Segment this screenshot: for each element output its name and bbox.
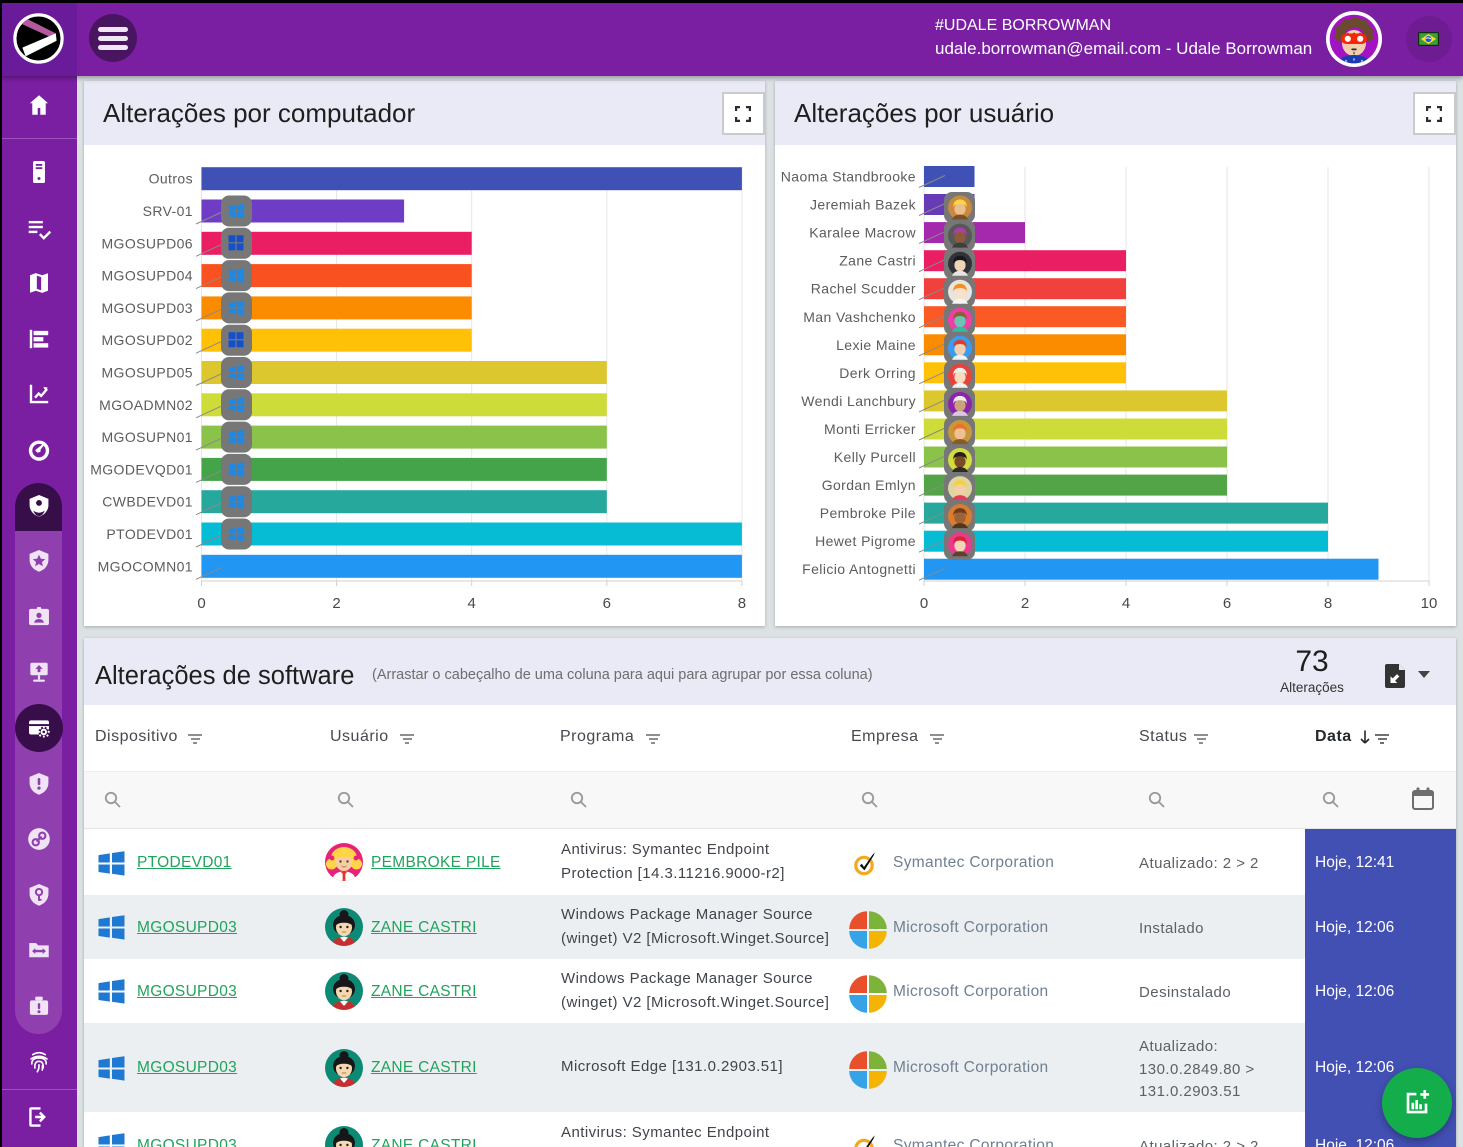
svg-text:PTODEVD01: PTODEVD01: [106, 526, 193, 542]
svg-text:8: 8: [738, 595, 746, 612]
svg-text:Rachel Scudder: Rachel Scudder: [811, 281, 916, 297]
svg-text:0: 0: [920, 595, 928, 612]
svg-text:MGOSUPD05: MGOSUPD05: [101, 365, 193, 381]
svg-text:4: 4: [1122, 595, 1130, 612]
svg-text:Pembroke Pile: Pembroke Pile: [820, 505, 916, 521]
svg-text:Felicio Antognetti: Felicio Antognetti: [802, 561, 916, 577]
svg-text:0: 0: [197, 595, 205, 612]
svg-text:Karalee Macrow: Karalee Macrow: [809, 225, 916, 241]
svg-text:8: 8: [1324, 595, 1332, 612]
svg-text:Naoma Standbrooke: Naoma Standbrooke: [781, 169, 916, 185]
svg-text:MGODEVQD01: MGODEVQD01: [90, 461, 193, 477]
svg-text:6: 6: [1223, 595, 1231, 612]
svg-text:Lexie Maine: Lexie Maine: [836, 337, 916, 353]
svg-text:Man Vashchenko: Man Vashchenko: [803, 309, 916, 325]
svg-text:MGOSUPN01: MGOSUPN01: [101, 429, 193, 445]
svg-text:Derk Orring: Derk Orring: [839, 365, 916, 381]
svg-text:Jeremiah Bazek: Jeremiah Bazek: [810, 197, 917, 213]
svg-text:CWBDEVD01: CWBDEVD01: [102, 494, 193, 510]
svg-text:Monti Erricker: Monti Erricker: [824, 421, 916, 437]
svg-text:MGOSUPD03: MGOSUPD03: [101, 300, 193, 316]
svg-text:6: 6: [603, 595, 611, 612]
svg-text:MGOADMN02: MGOADMN02: [99, 397, 193, 413]
svg-text:Kelly Purcell: Kelly Purcell: [834, 449, 916, 465]
svg-text:Gordan Emlyn: Gordan Emlyn: [822, 477, 916, 493]
svg-text:MGOSUPD06: MGOSUPD06: [101, 235, 193, 251]
svg-text:SRV-01: SRV-01: [143, 203, 193, 219]
svg-text:MGOCOMN01: MGOCOMN01: [98, 558, 193, 574]
svg-text:MGOSUPD04: MGOSUPD04: [101, 268, 193, 284]
svg-text:MGOSUPD02: MGOSUPD02: [101, 332, 193, 348]
svg-text:2: 2: [1021, 595, 1029, 612]
svg-text:10: 10: [1421, 595, 1438, 612]
svg-text:Outros: Outros: [149, 171, 193, 187]
svg-text:4: 4: [468, 595, 476, 612]
svg-text:Zane Castri: Zane Castri: [839, 253, 916, 269]
svg-text:2: 2: [332, 595, 340, 612]
svg-text:Wendi Lanchbury: Wendi Lanchbury: [801, 393, 916, 409]
svg-text:Hewet Pigrome: Hewet Pigrome: [815, 533, 916, 549]
